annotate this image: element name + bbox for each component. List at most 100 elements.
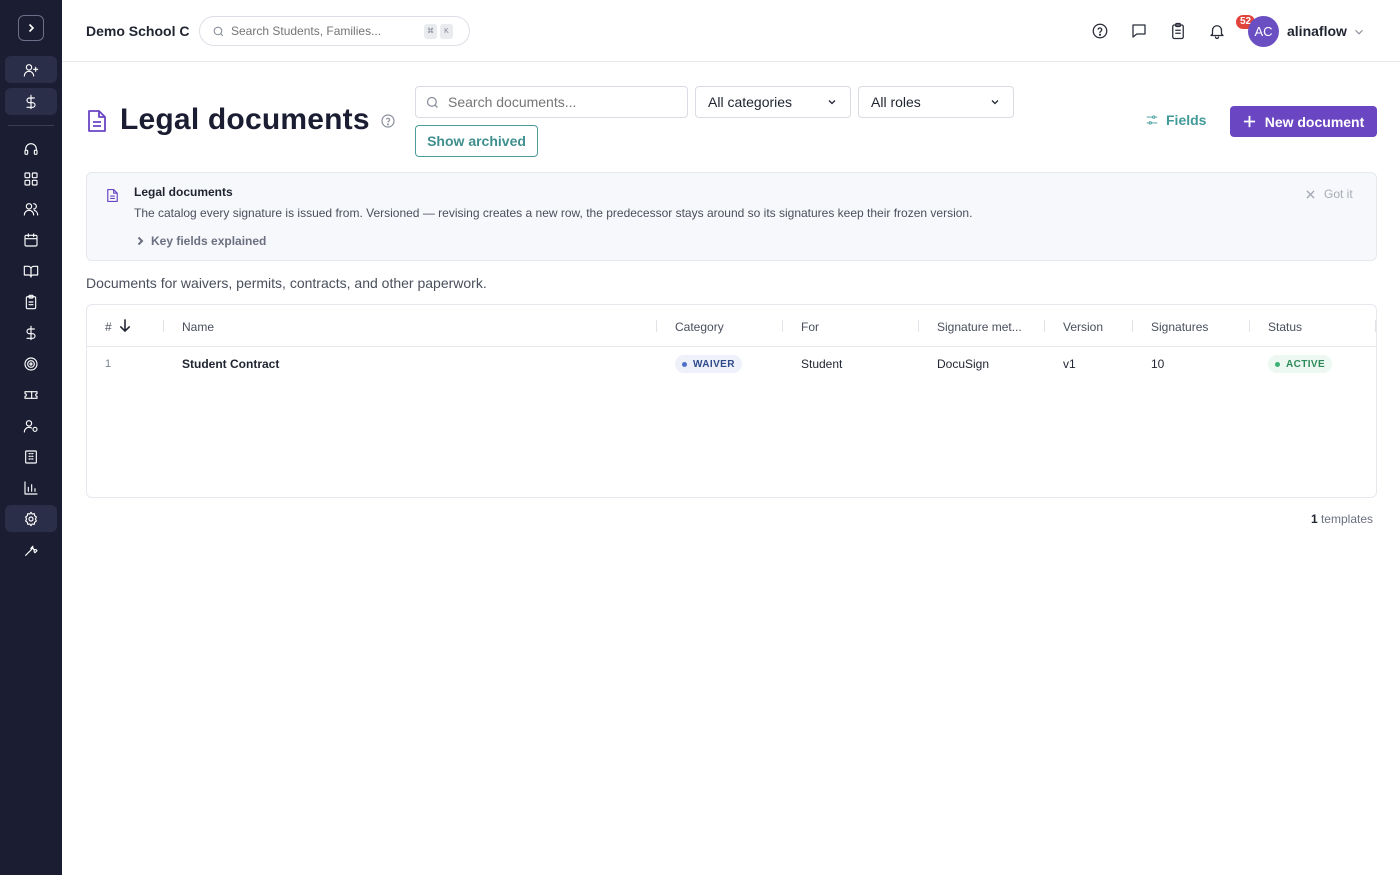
info-banner-title: Legal documents (134, 185, 233, 199)
signature-method-cell: DocuSign (937, 357, 990, 371)
bell-icon (1210, 25, 1224, 40)
help-circle-icon[interactable] (380, 113, 396, 129)
sidebar-item-billing[interactable] (5, 88, 57, 115)
message-icon (1132, 24, 1146, 38)
headset-icon (24, 142, 38, 155)
sidebar-item-locations[interactable] (5, 443, 57, 470)
column-header-signatures[interactable]: Signatures (1151, 320, 1208, 334)
notifications-button[interactable] (1206, 20, 1228, 42)
users-icon (23, 202, 39, 216)
role-filter-select[interactable]: All roles (858, 86, 1014, 118)
sidebar-item-goals[interactable] (5, 350, 57, 377)
book-icon (23, 265, 39, 278)
building-icon (25, 449, 37, 464)
clipboard-list-icon (1172, 22, 1184, 40)
column-header-for[interactable]: For (801, 320, 819, 334)
column-separator (1044, 320, 1045, 332)
version-cell: v1 (1063, 357, 1076, 371)
page-title: Legal documents (120, 103, 370, 136)
column-separator (163, 320, 164, 332)
column-separator (1249, 320, 1250, 332)
sidebar-item-calendar[interactable] (5, 226, 57, 253)
column-header-status[interactable]: Status (1268, 320, 1302, 334)
show-archived-button[interactable]: Show archived (415, 125, 538, 157)
dollar-icon (26, 325, 36, 340)
document-search[interactable] (415, 86, 688, 118)
clipboard-icon (25, 294, 37, 309)
sidebar-item-people[interactable] (5, 195, 57, 222)
new-document-button[interactable]: New document (1230, 106, 1377, 137)
plus-icon (1243, 115, 1255, 128)
close-icon (1306, 189, 1315, 199)
templates-count: 1 templates (1311, 512, 1373, 526)
gear-icon (25, 511, 37, 526)
document-icon (107, 189, 118, 202)
category-filter-value: All categories (708, 94, 793, 110)
username[interactable]: alinaflow (1287, 23, 1347, 39)
key-fields-toggle[interactable]: Key fields explained (135, 234, 266, 248)
help-button[interactable] (1089, 20, 1111, 42)
sidebar-item-add-user[interactable] (5, 56, 57, 83)
key-fields-label: Key fields explained (151, 234, 267, 248)
column-header-number[interactable]: # (105, 320, 112, 334)
chevron-right-icon (137, 236, 144, 246)
school-name[interactable]: Demo School C (86, 23, 189, 39)
chevron-right-icon (28, 23, 35, 33)
page-subtitle: Documents for waivers, permits, contract… (86, 275, 487, 291)
sidebar-item-dashboard[interactable] (5, 165, 57, 192)
column-header-version[interactable]: Version (1063, 320, 1103, 334)
chevron-down-icon (991, 100, 999, 105)
shortcut-key: K (440, 23, 453, 39)
document-name[interactable]: Student Contract (182, 357, 279, 371)
column-separator (782, 320, 783, 332)
sidebar-item-support[interactable] (5, 135, 57, 162)
user-gear-icon (23, 419, 38, 433)
help-circle-icon (1092, 23, 1108, 39)
info-banner-text: The catalog every signature is issued fr… (134, 206, 973, 220)
column-header-name[interactable]: Name (182, 320, 214, 334)
dollar-icon (26, 94, 36, 109)
role-filter-value: All roles (871, 94, 921, 110)
sidebar-item-curriculum[interactable] (5, 257, 57, 284)
status-dot (1275, 361, 1280, 367)
fields-button-label: Fields (1166, 112, 1207, 128)
document-icon (88, 110, 106, 132)
search-icon (426, 96, 438, 108)
wrench-icon (25, 545, 38, 556)
chevron-down-icon[interactable] (1352, 25, 1366, 39)
column-header-signature-method[interactable]: Signature met... (937, 320, 1022, 334)
calendar-icon (24, 232, 38, 247)
sidebar-toggle-button[interactable] (18, 15, 44, 41)
sort-descending-icon[interactable] (119, 319, 131, 332)
fields-button[interactable]: Fields (1145, 112, 1206, 128)
sidebar-divider (8, 125, 54, 126)
dismiss-info-label: Got it (1324, 187, 1353, 201)
avatar[interactable]: AC (1248, 16, 1279, 47)
global-search-input[interactable] (231, 24, 421, 38)
top-bar: Demo School C ⌘ K 52 AC alinaflow (62, 0, 1400, 62)
documents-table: # Name Category For Signature met... Ver… (86, 304, 1377, 498)
search-icon (213, 26, 224, 36)
column-header-category[interactable]: Category (675, 320, 724, 334)
sidebar-item-reports[interactable] (5, 474, 57, 501)
sidebar-item-passes[interactable] (5, 381, 57, 408)
column-separator (1375, 320, 1376, 332)
sidebar-item-settings[interactable] (5, 505, 57, 532)
global-search[interactable]: ⌘ K (199, 16, 470, 46)
sidebar (0, 0, 62, 875)
category-filter-select[interactable]: All categories (695, 86, 851, 118)
status-badge: ACTIVE (1268, 355, 1333, 373)
sidebar-item-tools[interactable] (5, 536, 57, 563)
sidebar-item-staff[interactable] (5, 412, 57, 439)
messages-button[interactable] (1128, 20, 1150, 42)
shortcut-key: ⌘ (424, 23, 437, 39)
user-plus-icon (23, 63, 39, 77)
tasks-button[interactable] (1167, 20, 1189, 42)
row-number: 1 (105, 358, 112, 370)
new-document-label: New document (1264, 113, 1365, 130)
dismiss-info-button[interactable]: Got it (1306, 187, 1353, 201)
document-search-input[interactable] (448, 94, 668, 110)
sidebar-item-payments[interactable] (5, 319, 57, 346)
target-icon (24, 356, 38, 371)
sidebar-item-attendance[interactable] (5, 288, 57, 315)
